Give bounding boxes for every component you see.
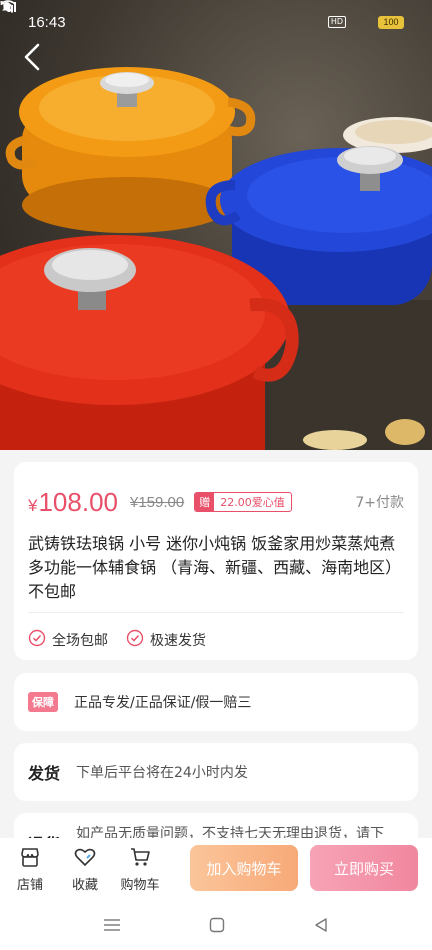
product-info-card: ¥108.00 ¥159.00 赠 22.00爱心值 7+付款 武铸铁珐琅锅 小… [14,462,418,660]
gift-tag: 赠 [195,493,215,511]
check-circle-icon [28,629,46,651]
store-label: 店铺 [16,877,43,893]
perk-free-shipping: 全场包邮 [28,629,108,651]
status-bar: 16:43 HD 5G 5G 100 [0,0,432,44]
gift-text: 22.00爱心值 [220,496,285,509]
back-arrow-icon[interactable] [18,40,48,74]
home-icon[interactable] [209,917,225,933]
product-title: 武铸铁珐琅锅 小号 迷你小炖锅 饭釜家用炒菜蒸炖煮 多功能一体辅食锅 （青海、新… [28,534,402,601]
divider [28,612,404,613]
guarantee-card[interactable]: 保障 正品专发/正品保证/假一赔三 [14,673,418,731]
favorite-tab[interactable]: 收藏 [59,846,111,893]
cart-label: 购物车 [120,877,160,893]
product-photo [0,67,432,450]
heart-icon [73,846,97,874]
cart-icon [128,846,152,874]
buy-now-button[interactable]: 立即购买 [310,845,418,891]
product-image[interactable]: 16:43 HD 5G 5G 100 [0,0,432,450]
perks: 全场包邮 极速发货 [28,629,404,651]
check-circle-icon [126,629,144,651]
original-price: ¥159.00 [130,493,185,511]
guarantee-text: 正品专发/正品保证/假一赔三 [74,695,252,711]
shipping-card[interactable]: 发货 下单后平台将在24小时内发 [14,743,418,801]
network-label-2: 5G [0,1,7,7]
bottom-action-bar: 店铺 收藏 购物车 加入购物车 立即购买 [0,838,432,900]
back-icon[interactable] [313,917,329,933]
battery-icon: 100 [378,15,404,29]
add-to-cart-button[interactable]: 加入购物车 [190,845,298,891]
price-row: ¥108.00 ¥159.00 赠 22.00爱心值 7+付款 [28,484,404,520]
menu-icon[interactable] [103,918,121,932]
cart-tab[interactable]: 购物车 [114,846,166,893]
store-icon [18,846,42,874]
current-price: ¥108.00 [28,486,118,517]
gift-badge: 赠 22.00爱心值 [194,492,292,512]
hd-badge: HD [327,16,346,28]
shipping-text: 下单后平台将在24小时内发 [76,765,248,781]
status-time: 16:43 [28,13,66,31]
perk-label: 极速发货 [150,633,206,649]
variants-link[interactable]: 7+付款 [355,492,404,512]
store-tab[interactable]: 店铺 [4,846,56,893]
perk-label: 全场包邮 [52,633,108,649]
guarantee-badge: 保障 [28,692,58,712]
shipping-label: 发货 [28,764,61,783]
perk-fast-delivery: 极速发货 [126,629,206,651]
status-icons: HD 5G 5G 100 [0,0,404,29]
system-nav-bar [0,900,432,950]
favorite-label: 收藏 [71,877,98,893]
